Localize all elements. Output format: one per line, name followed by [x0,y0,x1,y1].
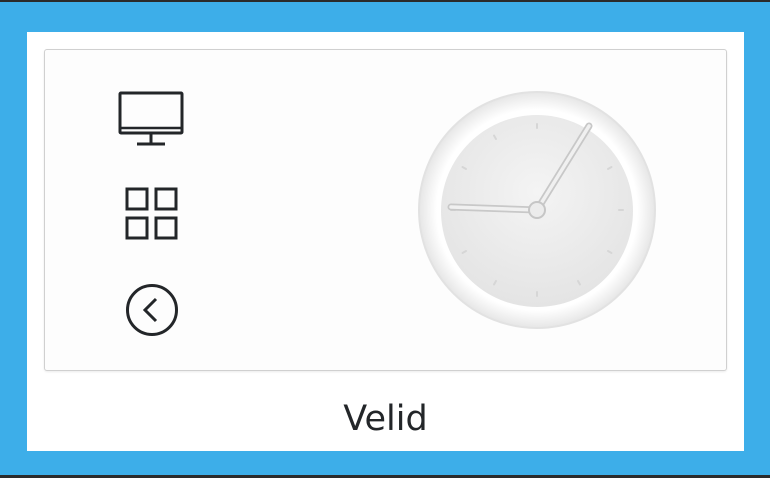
theme-name-label: Velid [343,399,428,439]
theme-card[interactable]: Velid [27,32,744,451]
theme-preview [44,49,727,371]
back-arrow-circle-icon [126,284,178,336]
grid-icon [125,187,178,240]
analog-clock-icon [418,91,656,329]
selected-theme-tile[interactable]: Velid [0,2,770,475]
monitor-icon [118,91,184,146]
